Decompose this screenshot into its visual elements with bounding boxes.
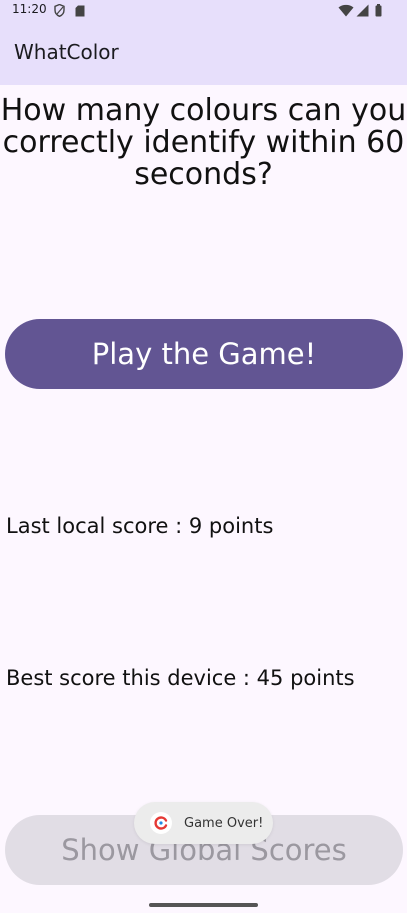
toast: Game Over! [134,802,273,844]
app-logo-icon [150,812,172,834]
gesture-nav-handle[interactable] [149,903,258,907]
question-heading: How many colours can you correctly ident… [0,93,407,192]
play-game-button-label: Play the Game! [91,337,317,371]
status-bar: 11:20 [0,0,407,18]
last-local-score: Last local score : 9 points [6,514,274,538]
app-title: WhatColor [14,40,119,64]
play-game-button[interactable]: Play the Game! [5,319,403,389]
app-bar: WhatColor [0,18,407,85]
toast-message: Game Over! [184,815,264,831]
best-device-score: Best score this device : 45 points [6,666,355,690]
status-time: 11:20 [12,2,47,16]
